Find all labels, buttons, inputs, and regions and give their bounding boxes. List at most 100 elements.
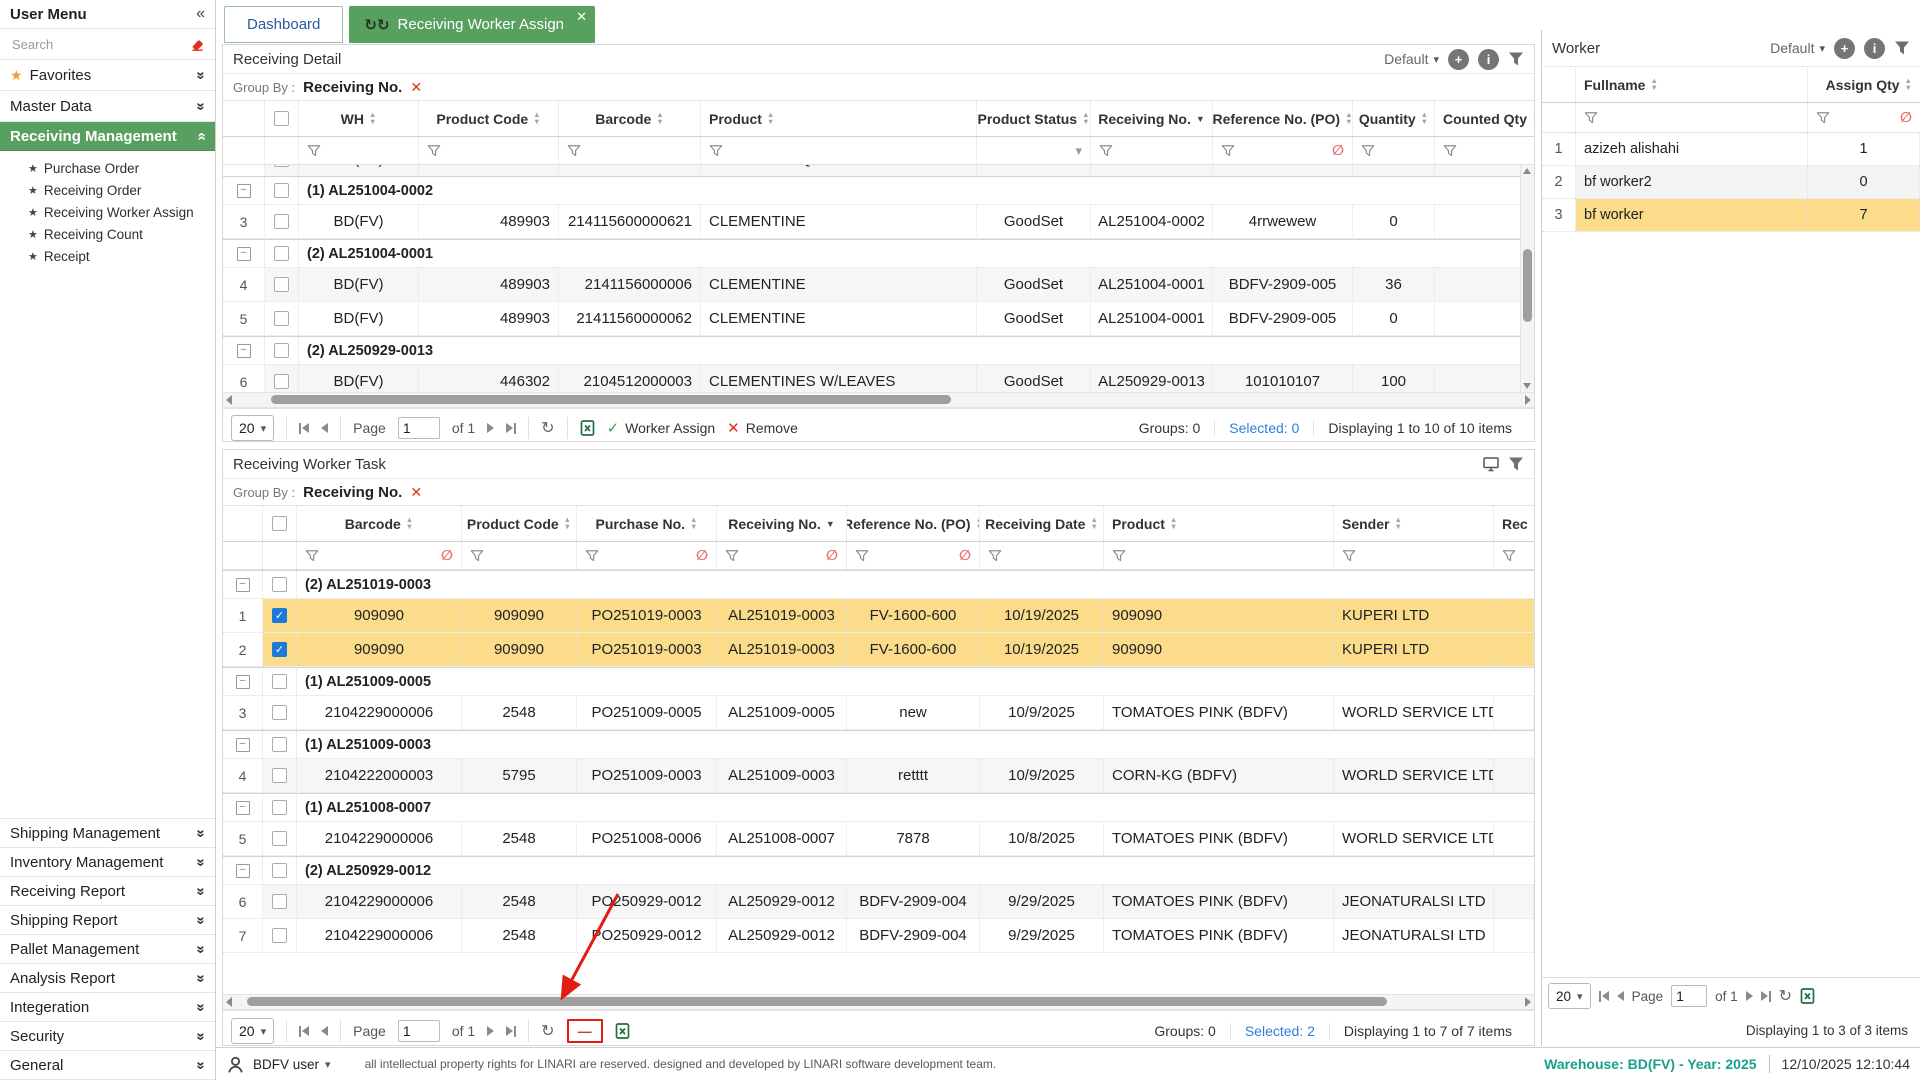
pager-first-button[interactable] <box>1599 991 1609 1002</box>
export-excel-button[interactable] <box>615 1023 630 1040</box>
sidebar-section-integration[interactable]: Integeration » <box>0 993 215 1022</box>
sidebar-section-master-data[interactable]: Master Data » <box>0 91 215 122</box>
col-header-product-status[interactable]: Product Status <box>977 101 1091 136</box>
search-input[interactable] <box>10 36 190 53</box>
filter-clear-icon[interactable]: ∅ <box>959 547 971 564</box>
row-checkbox[interactable] <box>272 768 287 783</box>
col-header-product[interactable]: Product <box>701 101 977 136</box>
scroll-down-icon[interactable] <box>1523 383 1531 389</box>
scroll-left-icon[interactable] <box>226 997 232 1007</box>
filter-funnel-icon[interactable] <box>1816 111 1830 125</box>
pager-next-button[interactable] <box>487 1026 494 1036</box>
preset-dropdown[interactable]: Default ▾ <box>1770 40 1825 56</box>
clear-search-icon[interactable] <box>190 36 205 52</box>
sidebar-item-favorites[interactable]: ★ Favorites » <box>0 60 215 91</box>
collapse-group-icon[interactable] <box>236 578 250 592</box>
preset-dropdown[interactable]: Default ▾ <box>1384 51 1439 67</box>
col-header-assign-qty[interactable]: Assign Qty <box>1808 67 1920 102</box>
group-row[interactable]: (2) AL251019-0003 <box>223 570 1534 599</box>
row-checkbox[interactable] <box>274 277 289 292</box>
worker-row[interactable]: 1 azizeh alishahi 1 <box>1542 133 1920 166</box>
pager-prev-button[interactable] <box>321 1026 328 1036</box>
status-filter-dropdown-icon[interactable]: ▾ <box>1075 143 1082 159</box>
scroll-up-icon[interactable] <box>1523 168 1531 174</box>
pager-next-button[interactable] <box>487 423 494 433</box>
col-header-barcode[interactable]: Barcode <box>297 506 462 541</box>
scroll-right-icon[interactable] <box>1525 395 1531 405</box>
col-header-receiving-no[interactable]: Receiving No. <box>717 506 847 541</box>
row-checkbox[interactable] <box>272 608 287 623</box>
col-header-purchase-no[interactable]: Purchase No. <box>577 506 717 541</box>
filter-funnel-icon[interactable] <box>307 144 321 158</box>
sidebar-section-shipping-report[interactable]: Shipping Report » <box>0 906 215 935</box>
collapse-group-icon[interactable] <box>236 738 250 752</box>
pager-last-button[interactable] <box>506 423 516 434</box>
col-header-counted-qty[interactable]: Counted Qty <box>1435 101 1534 136</box>
table-row[interactable]: 5 BD(FV) 489903 21411560000062 CLEMENTIN… <box>223 302 1534 336</box>
table-row[interactable]: 2 BD(FV) 1078988 2145170000004 BANANA CH… <box>223 165 1534 176</box>
group-checkbox[interactable] <box>272 737 287 752</box>
group-checkbox[interactable] <box>274 183 289 198</box>
collapse-group-icon[interactable] <box>237 247 251 261</box>
tab-receiving-worker-assign[interactable]: ↻ Receiving Worker Assign ✕ <box>349 6 595 43</box>
sidebar-section-security[interactable]: Security » <box>0 1022 215 1051</box>
export-excel-button[interactable] <box>580 420 595 437</box>
filter-funnel-icon[interactable] <box>988 549 1002 563</box>
sidebar-section-receiving-report[interactable]: Receiving Report » <box>0 877 215 906</box>
filter-funnel-icon[interactable] <box>427 144 441 158</box>
monitor-icon[interactable] <box>1483 456 1499 472</box>
add-worker-icon[interactable]: + <box>1834 38 1855 59</box>
pager-last-button[interactable] <box>506 1026 516 1037</box>
tab-refresh-icon[interactable]: ↻ <box>364 16 389 34</box>
col-header-sender[interactable]: Sender <box>1334 506 1494 541</box>
filter-funnel-icon[interactable] <box>725 549 739 563</box>
add-view-icon[interactable]: + <box>1448 49 1469 70</box>
horizontal-scrollbar[interactable] <box>223 392 1534 408</box>
table-row[interactable]: 4 BD(FV) 489903 2141156000006 CLEMENTINE… <box>223 268 1534 302</box>
info-icon[interactable]: i <box>1864 38 1885 59</box>
sidebar-section-general[interactable]: General » <box>0 1051 215 1080</box>
table-row[interactable]: 7 2104229000006 2548 PO250929-0012 AL250… <box>223 919 1534 953</box>
scrollbar-thumb[interactable] <box>271 395 951 404</box>
group-by-remove-icon[interactable]: ✕ <box>410 484 422 501</box>
collapse-groups-button[interactable]: — <box>567 1019 603 1043</box>
page-size-select[interactable]: 20 ▾ <box>231 415 274 441</box>
col-header-receiving-date[interactable]: Receiving Date <box>980 506 1104 541</box>
page-input[interactable] <box>398 1020 440 1042</box>
page-input[interactable] <box>1671 985 1707 1007</box>
col-header-reference-no[interactable]: Reference No. (PO) <box>1213 101 1353 136</box>
row-checkbox[interactable] <box>272 928 287 943</box>
pager-prev-button[interactable] <box>1617 991 1624 1001</box>
table-row[interactable]: 3 2104229000006 2548 PO251009-0005 AL251… <box>223 696 1534 730</box>
sidebar-section-analysis-report[interactable]: Analysis Report » <box>0 964 215 993</box>
col-header-reference-no[interactable]: Reference No. (PO) <box>847 506 980 541</box>
filter-clear-icon[interactable]: ∅ <box>826 547 838 564</box>
group-row[interactable]: (2) AL250929-0013 <box>223 336 1534 365</box>
worker-assign-button[interactable]: ✓ Worker Assign <box>607 419 716 437</box>
worker-row[interactable]: 2 bf worker2 0 <box>1542 166 1920 199</box>
filter-clear-icon[interactable]: ∅ <box>696 547 708 564</box>
sidebar-item-receiving-count[interactable]: ★ Receiving Count <box>0 223 215 245</box>
row-checkbox[interactable] <box>274 374 289 389</box>
sidebar-section-inventory-management[interactable]: Inventory Management » <box>0 848 215 877</box>
table-row[interactable]: 5 2104229000006 2548 PO251008-0006 AL251… <box>223 822 1534 856</box>
filter-icon[interactable] <box>1508 51 1524 67</box>
col-header-barcode[interactable]: Barcode <box>559 101 701 136</box>
group-checkbox[interactable] <box>272 674 287 689</box>
filter-clear-icon[interactable]: ∅ <box>441 547 453 564</box>
table-row[interactable]: 3 BD(FV) 489903 214115600000621 CLEMENTI… <box>223 205 1534 239</box>
filter-funnel-icon[interactable] <box>305 549 319 563</box>
collapse-group-icon[interactable] <box>237 344 251 358</box>
pager-last-button[interactable] <box>1761 991 1771 1002</box>
scrollbar-thumb[interactable] <box>247 997 1387 1006</box>
group-checkbox[interactable] <box>272 577 287 592</box>
table-row[interactable]: 6 2104229000006 2548 PO250929-0012 AL250… <box>223 885 1534 919</box>
col-header-quantity[interactable]: Quantity <box>1353 101 1435 136</box>
filter-funnel-icon[interactable] <box>1443 144 1457 158</box>
col-header-product-code[interactable]: Product Code <box>419 101 559 136</box>
filter-icon[interactable] <box>1894 40 1910 56</box>
filter-clear-icon[interactable]: ∅ <box>1332 142 1344 159</box>
table-row[interactable]: 6 BD(FV) 446302 2104512000003 CLEMENTINE… <box>223 365 1534 392</box>
page-size-select[interactable]: 20 ▾ <box>1548 983 1591 1009</box>
table-row[interactable]: 2 909090 909090 PO251019-0003 AL251019-0… <box>223 633 1534 667</box>
